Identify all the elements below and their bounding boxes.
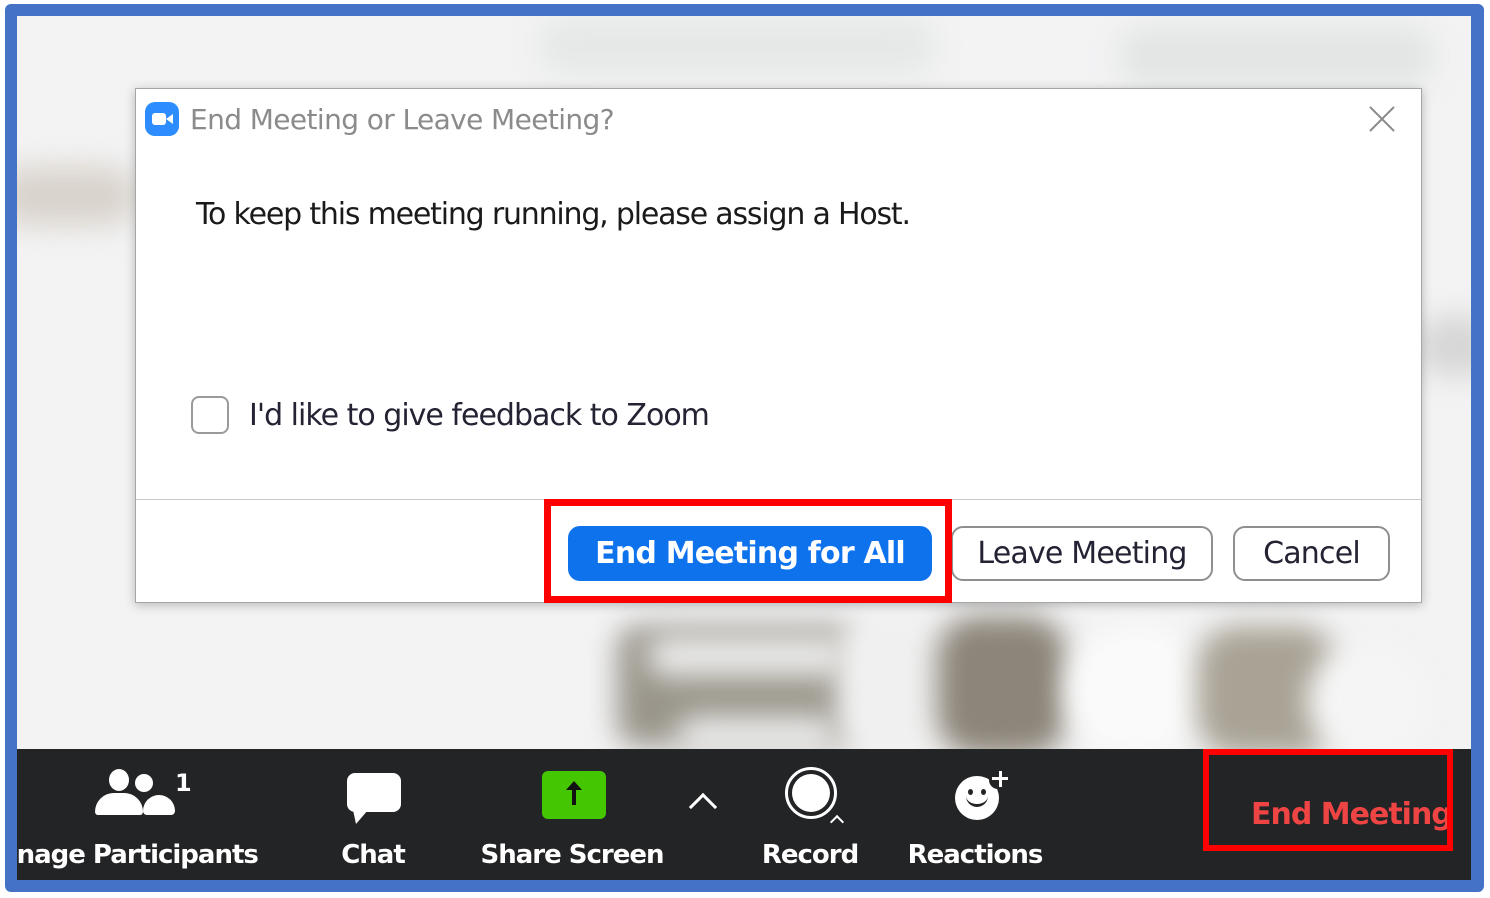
meeting-toolbar: 1 lanage Participants Chat Share Screen … (17, 749, 1471, 880)
bg-shape (1117, 26, 1437, 86)
bg-shape (17, 166, 137, 226)
chat-icon-tail (353, 810, 368, 824)
participant-count-badge: 1 (175, 769, 192, 797)
chat-button[interactable]: Chat (317, 749, 427, 880)
share-screen-label: Share Screen (480, 840, 664, 870)
zoom-video-camera-icon (145, 102, 179, 136)
record-button[interactable]: Record (747, 749, 877, 880)
participants-icon-part (135, 774, 153, 792)
reactions-label: Reactions (907, 840, 1044, 870)
leave-meeting-button[interactable]: Leave Meeting (951, 526, 1213, 581)
bg-shape (1067, 626, 1207, 749)
manage-participants-label: lanage Participants (17, 840, 259, 870)
chat-label: Chat (341, 840, 406, 870)
record-icon-dot (792, 774, 830, 812)
chat-icon (347, 773, 401, 812)
close-icon[interactable] (1366, 103, 1398, 135)
participants-icon-part (95, 793, 143, 815)
bg-shape (647, 636, 847, 676)
reactions-button[interactable]: Reactions (897, 749, 1057, 880)
bg-shape (937, 616, 1067, 749)
end-meeting-dialog: End Meeting or Leave Meeting? To keep th… (135, 88, 1422, 603)
share-arrow-icon-head (566, 781, 582, 790)
bg-shape (537, 16, 937, 76)
bg-shape (1307, 646, 1427, 749)
dialog-title: End Meeting or Leave Meeting? (190, 103, 615, 136)
feedback-checkbox[interactable] (191, 396, 229, 434)
camera-lens (166, 114, 173, 124)
dialog-message: To keep this meeting running, please ass… (196, 197, 911, 232)
cancel-button[interactable]: Cancel (1233, 526, 1390, 581)
participants-icon (109, 769, 129, 791)
bg-shape (677, 716, 837, 749)
end-meeting-button[interactable]: End Meeting (1251, 797, 1453, 832)
dialog-title-bar: End Meeting or Leave Meeting? (136, 89, 1421, 151)
plus-icon (998, 770, 1002, 787)
chevron-up-icon[interactable] (688, 792, 718, 822)
manage-participants-button[interactable]: 1 lanage Participants (17, 749, 307, 880)
end-meeting-for-all-button[interactable]: End Meeting for All (568, 526, 932, 581)
feedback-checkbox-label[interactable]: I'd like to give feedback to Zoom (249, 398, 710, 433)
feedback-checkbox-row[interactable]: I'd like to give feedback to Zoom (191, 395, 710, 435)
record-options-caret-icon[interactable] (829, 814, 845, 830)
record-label: Record (761, 840, 859, 870)
bg-shape (1417, 316, 1471, 376)
camera-body (152, 113, 166, 125)
participants-icon-part (143, 795, 175, 815)
dialog-footer-divider (136, 499, 1421, 500)
zoom-meeting-window: End Meeting or Leave Meeting? To keep th… (17, 16, 1471, 880)
share-screen-button[interactable]: Share Screen (467, 749, 667, 880)
